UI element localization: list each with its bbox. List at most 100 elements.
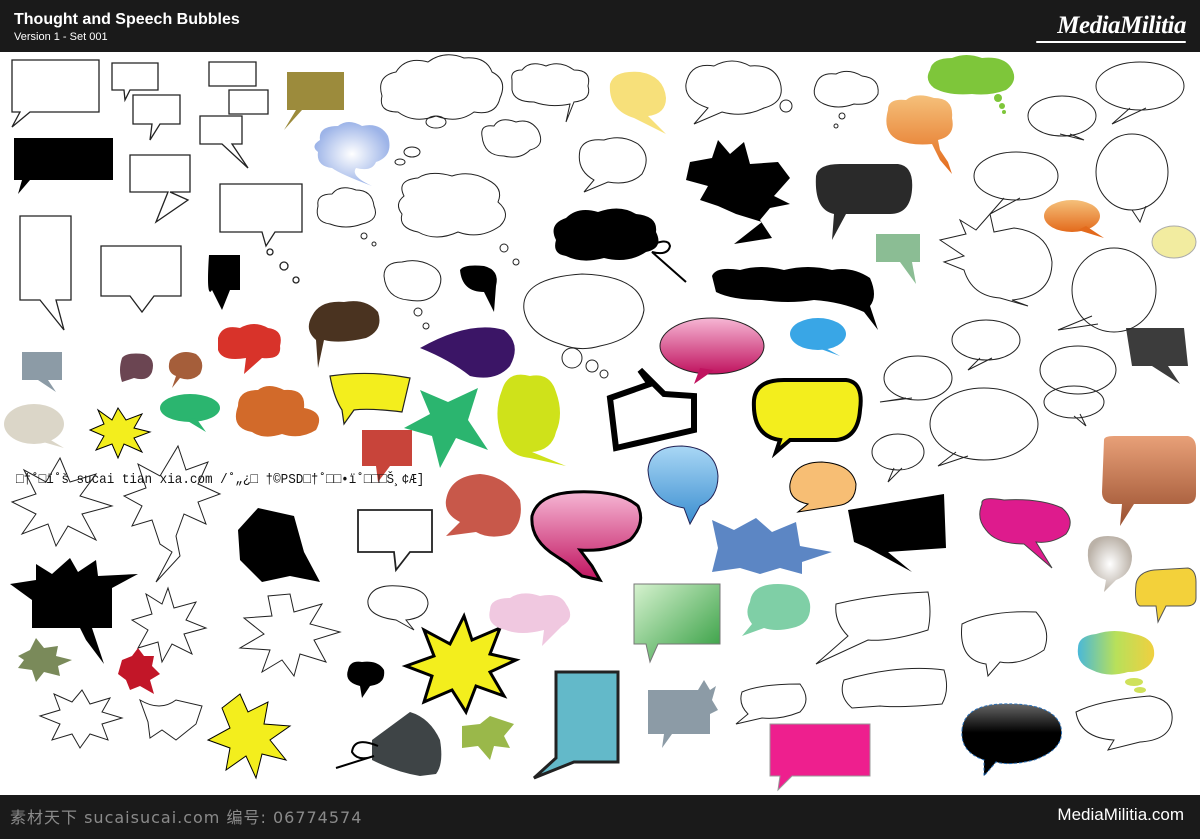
thought-puff (394, 158, 406, 166)
rust-swirl-bubble (445, 474, 521, 537)
header-bar: Thought and Speech Bubbles Version 1 - S… (0, 0, 1200, 52)
black-speech-stub (460, 265, 497, 312)
rainbow-puff (1125, 678, 1143, 686)
oval-tail (879, 397, 913, 403)
rect-speech-bubble-4 (208, 61, 257, 87)
magenta-gloss-bubble (979, 498, 1071, 569)
thought-dot (422, 322, 430, 330)
black-puffy-strip (712, 267, 878, 330)
yellow-gloss-bubble (1135, 567, 1197, 624)
lime-dot (999, 103, 1005, 109)
slate-speech-bubble (22, 352, 62, 392)
brand-logo: MediaMilitia (1057, 12, 1186, 39)
purple-tear-bubble (420, 327, 515, 378)
black-hexagon-bubble (238, 508, 320, 582)
spiky-star-outline-5 (38, 689, 124, 749)
black-cloud-bubble (553, 208, 659, 261)
footer-bar: 素材天下 sucaisucai.com 编号: 06774574 MediaMi… (0, 795, 1200, 839)
thought-dot (833, 123, 839, 129)
yellow-star-bubble-2 (401, 612, 521, 716)
rainbow-puff (1134, 687, 1146, 693)
black-rounded-bubble (815, 164, 913, 240)
oval-tail (989, 197, 1021, 215)
thought-cloud-5 (316, 187, 376, 228)
starburst-bubble-yellow (88, 407, 152, 460)
rust-oval-bubble (168, 352, 203, 388)
tall-speech-bubble (19, 215, 72, 331)
thought-dot (838, 112, 846, 120)
yellow-lime-cloud (497, 374, 566, 466)
lime-star-bubble (462, 716, 514, 760)
thought-dot (360, 232, 368, 240)
oval-tail (937, 451, 969, 467)
black-wedge-bubble (848, 494, 946, 572)
thought-dot (561, 347, 583, 369)
thought-cloud-8 (813, 70, 879, 108)
mint-cloud-bubble (742, 584, 811, 636)
thought-cloud-2 (511, 63, 590, 123)
thought-dot (292, 276, 300, 284)
thought-dot (413, 307, 423, 317)
thought-cloud-3 (481, 119, 542, 158)
yellow-rounded-bubble (751, 378, 863, 459)
notch-speech-bubble (100, 245, 182, 314)
rect-speech-bubble-8 (219, 183, 303, 248)
thought-dot (371, 241, 377, 247)
rect-speech-bubble-1 (11, 59, 100, 128)
page-subtitle: Version 1 - Set 001 (14, 31, 108, 43)
red-cloud-bubble (218, 324, 281, 374)
olive-star-bubble (18, 638, 72, 682)
cyan-tall-bubble (532, 670, 620, 780)
yellow-banner-bubble (329, 372, 411, 426)
orange-thought-cloud (886, 95, 953, 174)
rust-gloss-bubble (1102, 436, 1196, 526)
page-title: Thought and Speech Bubbles (14, 11, 240, 28)
spiky-star-outline-2 (122, 444, 222, 583)
thought-cloud-9 (578, 137, 647, 193)
green-oval-bubble (160, 394, 220, 422)
thought-dot (266, 248, 274, 256)
dark-gray-bubble (1126, 328, 1188, 384)
orange-gloss-oval (1044, 200, 1100, 232)
oval-speech-bubble-8 (883, 355, 953, 401)
black-spiky-bubble (686, 140, 790, 244)
rect-speech-bubble-3 (132, 94, 181, 141)
overlay-watermark-text: □†˚□ï˚š sucai tian xia.com /˚„¿□ †©PSD□†… (16, 472, 425, 488)
thought-dot (779, 99, 793, 113)
green-gloss-rect (633, 583, 721, 664)
oval-speech-bubble-3 (1027, 95, 1097, 137)
magenta-rect-bubble (769, 723, 871, 792)
oval-speech-bubble-5 (1095, 133, 1169, 211)
rainbow-cloud-bubble (1077, 631, 1155, 675)
black-tall-bubble (208, 255, 240, 310)
rect-speech-bubble-7 (129, 154, 191, 224)
oval-tail (1111, 107, 1147, 125)
sky-oval-bubble (790, 318, 846, 350)
blue-gloss-bubble (647, 445, 719, 526)
teal-star-bubble (404, 388, 488, 468)
logo-underline (1036, 41, 1186, 43)
oval-tail (1059, 133, 1085, 141)
rect-speech-bubble-6 (199, 115, 249, 169)
olive-speech-bubble (284, 72, 344, 130)
footer-watermark: 素材天下 sucaisucai.com 编号: 06774574 (10, 808, 363, 827)
pink-pastel-cloud (489, 593, 571, 646)
lime-dot (1002, 110, 1006, 114)
black-angular-bubble (606, 367, 697, 452)
sage-flag-bubble (876, 234, 920, 284)
outline-bubbles-left (11, 59, 303, 331)
lime-dot (994, 94, 1002, 102)
red-star-bubble (118, 648, 160, 694)
curl-tail-2 (335, 741, 379, 769)
wavy-speech-bubble-1 (815, 591, 931, 665)
dark-triangle-bubble (372, 712, 442, 776)
thought-cloud-4 (398, 172, 506, 238)
sketch-speech-bubble (357, 509, 433, 573)
lime-cloud-bubble (927, 55, 1015, 95)
footer-site-link[interactable]: MediaMilitia.com (1057, 805, 1184, 825)
black-gloss-oval (961, 703, 1062, 778)
oval-tail (1073, 413, 1087, 427)
spiky-star-outline-4 (238, 593, 342, 678)
thought-dot (585, 359, 599, 373)
blue-cloud-bubble (314, 122, 390, 186)
